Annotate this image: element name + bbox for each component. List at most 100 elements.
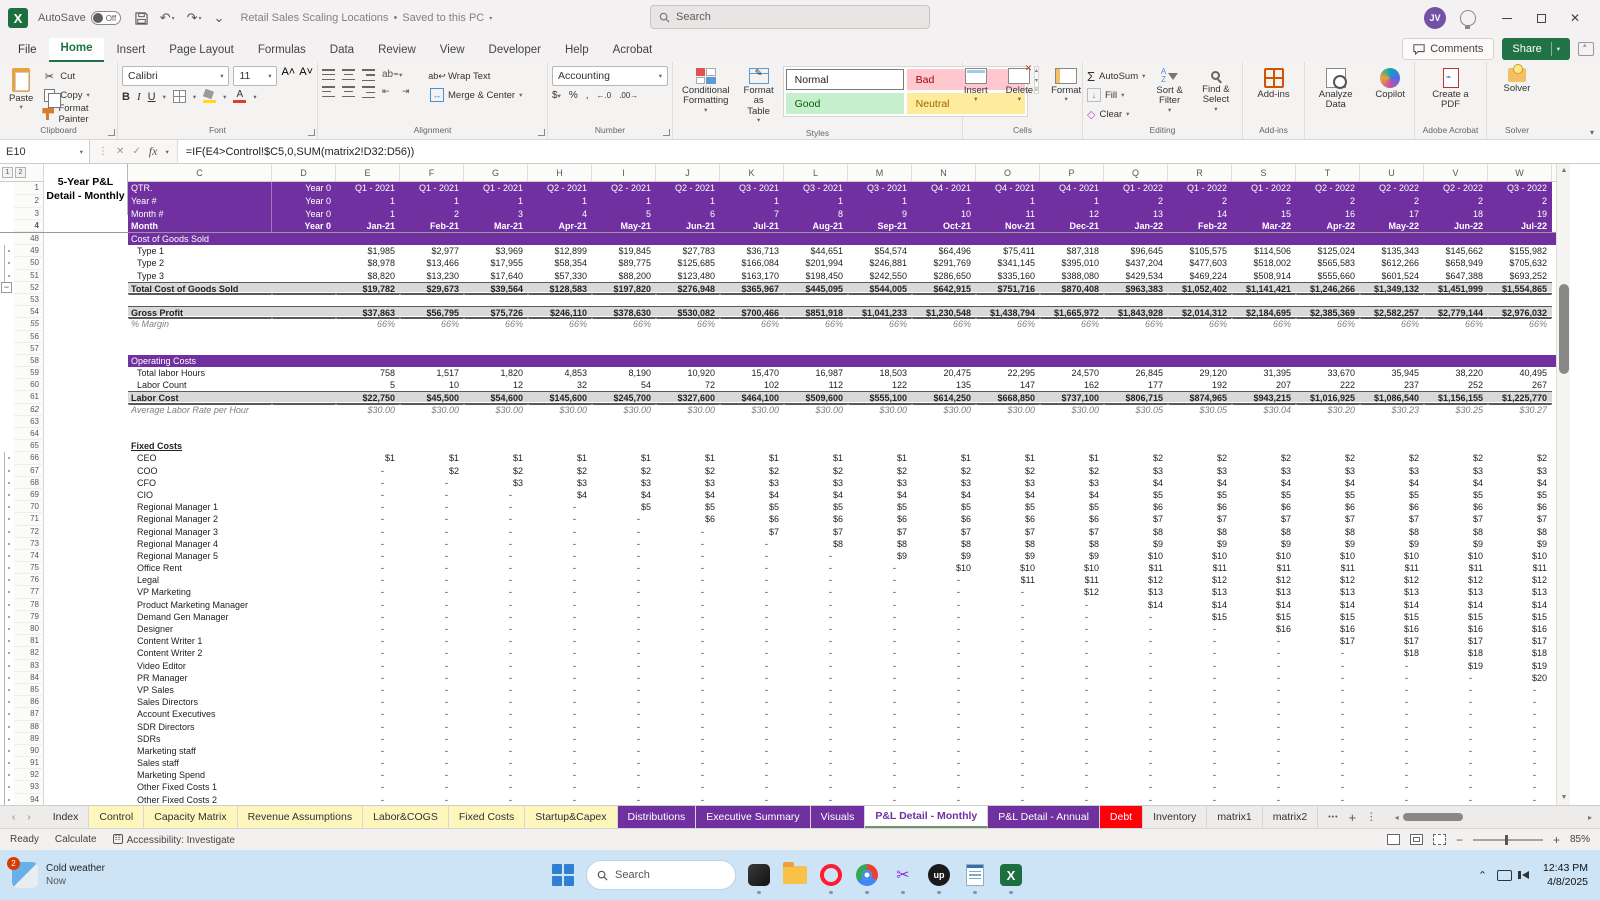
cell[interactable]: $4: [976, 489, 1040, 501]
copilot-button[interactable]: Copilot: [1370, 66, 1410, 102]
increase-indent-button[interactable]: ⇥: [402, 86, 418, 98]
row-label[interactable]: Type 2: [128, 257, 272, 269]
cell[interactable]: $9: [1040, 550, 1104, 562]
cell[interactable]: -: [1360, 757, 1424, 769]
sheet-tab-inventory[interactable]: Inventory: [1143, 806, 1208, 828]
cell[interactable]: [86, 647, 128, 659]
cell[interactable]: $12: [1040, 586, 1104, 598]
ribbon-corner-icon[interactable]: [1578, 41, 1594, 56]
cell[interactable]: -: [464, 599, 528, 611]
cell[interactable]: 18: [1424, 207, 1488, 221]
cell[interactable]: $64,496: [912, 245, 976, 257]
cell[interactable]: $6: [1168, 501, 1232, 513]
cell[interactable]: -: [720, 794, 784, 805]
cell[interactable]: -: [592, 781, 656, 793]
row-header-3[interactable]: 3: [14, 207, 44, 221]
cell[interactable]: [86, 684, 128, 696]
row-label[interactable]: VP Sales: [128, 684, 272, 696]
font-color-button[interactable]: A: [233, 90, 247, 103]
cell[interactable]: -: [912, 660, 976, 672]
cell[interactable]: $365,967: [720, 281, 784, 294]
cell[interactable]: [44, 745, 86, 757]
cell[interactable]: [86, 611, 128, 623]
cell[interactable]: $37,863: [336, 306, 400, 319]
column-header-F[interactable]: F: [400, 164, 464, 181]
cell[interactable]: -: [1104, 757, 1168, 769]
cell[interactable]: $4: [784, 489, 848, 501]
cell[interactable]: [86, 379, 128, 391]
row-header-2[interactable]: 2: [14, 194, 44, 208]
cell[interactable]: -: [1104, 696, 1168, 708]
sheet-tab-distributions[interactable]: Distributions: [617, 806, 697, 828]
cell[interactable]: [86, 404, 128, 416]
cell[interactable]: [44, 733, 86, 745]
cell[interactable]: -: [400, 513, 464, 525]
cell[interactable]: -: [592, 684, 656, 696]
autosave-control[interactable]: AutoSave Off: [38, 11, 121, 25]
cell[interactable]: -: [656, 635, 720, 647]
cell[interactable]: -: [976, 733, 1040, 745]
cell[interactable]: $5: [1488, 489, 1552, 501]
cell[interactable]: Mar-22: [1232, 220, 1296, 232]
prev-sheet-icon[interactable]: ‹: [12, 812, 15, 823]
cell[interactable]: May-22: [1360, 220, 1424, 232]
cell[interactable]: -: [720, 574, 784, 586]
cell[interactable]: [86, 623, 128, 635]
column-header-L[interactable]: L: [784, 164, 848, 181]
cell[interactable]: [44, 343, 86, 355]
cell[interactable]: 10,920: [656, 367, 720, 379]
cell[interactable]: $3: [1424, 465, 1488, 477]
cell[interactable]: 11: [976, 207, 1040, 221]
column-header-U[interactable]: U: [1360, 164, 1424, 181]
cell[interactable]: -: [1040, 721, 1104, 733]
cell[interactable]: -: [1168, 660, 1232, 672]
cell[interactable]: $17: [1296, 635, 1360, 647]
cell[interactable]: [86, 562, 128, 574]
cell[interactable]: $335,160: [976, 270, 1040, 282]
cell[interactable]: [272, 379, 336, 391]
cell[interactable]: [44, 623, 86, 635]
cell[interactable]: [86, 233, 128, 245]
cell[interactable]: -: [912, 635, 976, 647]
cell[interactable]: $8: [1104, 526, 1168, 538]
cell[interactable]: -: [1424, 708, 1488, 720]
cell[interactable]: -: [592, 526, 656, 538]
zoom-level[interactable]: 85%: [1570, 834, 1590, 845]
cell[interactable]: -: [400, 733, 464, 745]
cell[interactable]: -: [1488, 769, 1552, 781]
cell[interactable]: May-21: [592, 220, 656, 232]
cell[interactable]: -: [400, 526, 464, 538]
cell[interactable]: Year 0: [272, 194, 336, 208]
cell[interactable]: [44, 331, 86, 343]
cell[interactable]: -: [1232, 708, 1296, 720]
cell[interactable]: -: [1040, 733, 1104, 745]
cell[interactable]: -: [656, 562, 720, 574]
cell[interactable]: Jan-22: [1104, 220, 1168, 232]
cell[interactable]: -: [720, 538, 784, 550]
cell[interactable]: -: [336, 745, 400, 757]
cell[interactable]: Q2 - 2021: [656, 182, 720, 195]
cell[interactable]: -: [1168, 781, 1232, 793]
cell[interactable]: $155,982: [1488, 245, 1552, 257]
cell[interactable]: -: [1360, 696, 1424, 708]
cell[interactable]: -: [336, 684, 400, 696]
cell[interactable]: $30.00: [464, 404, 528, 416]
cell[interactable]: $4: [1296, 477, 1360, 489]
cell[interactable]: $555,660: [1296, 270, 1360, 282]
cell[interactable]: -: [528, 660, 592, 672]
cell[interactable]: [44, 647, 86, 659]
cell[interactable]: $7: [1424, 513, 1488, 525]
cell[interactable]: [44, 404, 86, 416]
cell[interactable]: $388,080: [1040, 270, 1104, 282]
cell[interactable]: -: [976, 708, 1040, 720]
cell[interactable]: 66%: [1104, 318, 1168, 330]
cell[interactable]: [86, 282, 128, 294]
cell[interactable]: -: [336, 465, 400, 477]
column-header-J[interactable]: J: [656, 164, 720, 181]
outline-collapse-button[interactable]: −: [1, 282, 12, 294]
cell[interactable]: Jul-21: [720, 220, 784, 232]
cell[interactable]: $13: [1424, 586, 1488, 598]
row-header-83[interactable]: 83: [14, 659, 44, 672]
cell[interactable]: -: [1424, 745, 1488, 757]
cell[interactable]: $1: [720, 452, 784, 464]
